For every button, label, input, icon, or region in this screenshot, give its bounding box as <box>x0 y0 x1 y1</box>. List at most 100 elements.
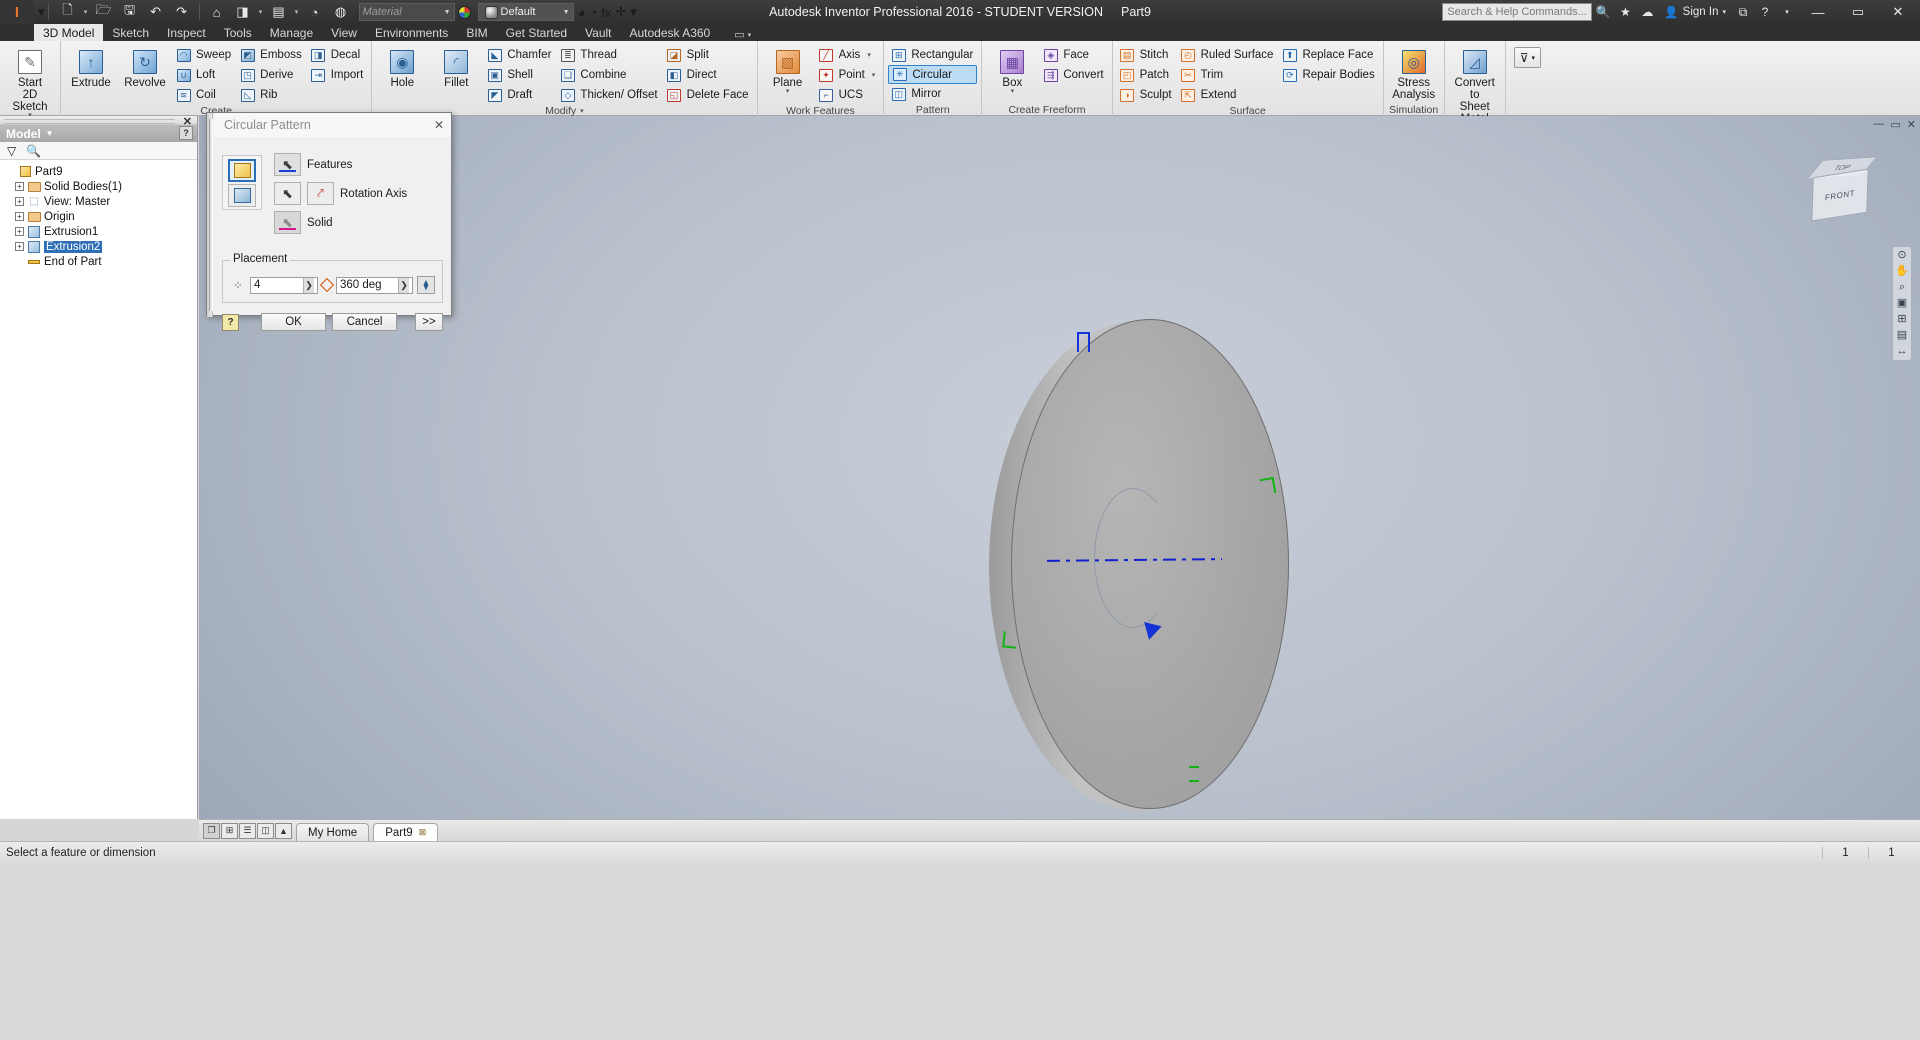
ribbon-tab-view[interactable]: View <box>322 24 366 41</box>
import-button[interactable]: ⇥ Import <box>308 65 368 85</box>
chevron-down-icon[interactable]: ▾ <box>786 88 790 95</box>
split-button[interactable]: ◪ Split <box>664 45 753 65</box>
tree-item-solid-bodies-1-[interactable]: + Solid Bodies(1) <box>6 179 197 194</box>
tree-item-extrusion1[interactable]: + Extrusion1 <box>6 224 197 239</box>
revolve-button[interactable]: ↻ Revolve <box>119 44 171 89</box>
tree-item-part9[interactable]: Part9 <box>6 164 197 179</box>
axis-button[interactable]: ╱ Axis ▾ <box>816 45 880 65</box>
mirror-button[interactable]: ◫ Mirror <box>888 84 977 104</box>
color-wheel-icon[interactable] <box>457 5 471 19</box>
chevron-down-icon[interactable]: ▾ <box>867 51 871 59</box>
browser-grip[interactable]: ✕ <box>0 116 197 128</box>
update-icon[interactable]: ◔ <box>303 2 327 22</box>
chevron-down-icon[interactable]: ▾ <box>872 71 876 79</box>
return-dropdown-caret[interactable]: ▾ <box>293 8 301 16</box>
exchange-apps-icon[interactable]: ⧉ <box>1732 1 1754 23</box>
pattern-solid-toggle[interactable] <box>228 184 256 207</box>
qat-dropdown-caret[interactable]: ▾ <box>34 4 45 20</box>
trim-button[interactable]: ✂ Trim <box>1178 65 1278 85</box>
thread-button[interactable]: ≣ Thread <box>557 45 661 65</box>
rotation-axis-select-button[interactable]: ⬉ <box>274 182 301 205</box>
replace-face-button[interactable]: ⬆ Replace Face <box>1279 45 1378 65</box>
open-icon[interactable]: 🗁 <box>92 2 116 22</box>
extend-button[interactable]: ⇱ Extend <box>1178 85 1278 105</box>
pattern-handle-icon[interactable] <box>1077 332 1090 352</box>
return-icon[interactable]: ▤ <box>267 2 291 22</box>
star-icon[interactable]: ★ <box>1614 1 1636 23</box>
freeform-box-button[interactable]: ▦ Box ▾ <box>986 44 1038 95</box>
ribbon-display-icon[interactable]: ▭ <box>731 28 747 41</box>
ok-button[interactable]: OK <box>261 313 326 331</box>
sweep-button[interactable]: ◠ Sweep <box>173 45 235 65</box>
find-icon[interactable]: 🔍 <box>26 144 41 158</box>
cascade-view-button[interactable]: ❐ <box>203 822 220 839</box>
chevron-down-icon[interactable]: ▾ <box>1011 88 1015 95</box>
expand-dialog-button[interactable]: >> <box>415 313 443 331</box>
tab-part9[interactable]: Part9 ⊠ <box>373 823 439 841</box>
adjust-appearance-icon[interactable]: ◕ <box>574 5 586 20</box>
fx-parameters-icon[interactable]: fx <box>597 5 611 20</box>
appearance-icon[interactable]: ◨ <box>231 2 255 22</box>
chevron-down-icon[interactable]: ▼ <box>444 9 451 16</box>
tab-my-home[interactable]: My Home <box>296 823 370 841</box>
close-icon[interactable]: ⊠ <box>419 827 427 838</box>
chevron-down-icon[interactable]: ▼ <box>46 129 54 138</box>
cloud-icon[interactable]: ☁ <box>1636 1 1658 23</box>
coil-button[interactable]: ≋ Coil <box>173 85 235 105</box>
thicken-offset-button[interactable]: ◇ Thicken/ Offset <box>557 85 661 105</box>
fillet-button[interactable]: ◜ Fillet <box>430 44 482 89</box>
ribbon-tab-environments[interactable]: Environments <box>366 24 457 41</box>
extrude-button[interactable]: ↑ Extrude <box>65 44 117 89</box>
circular-pattern-dialog[interactable]: Circular Pattern ✕ ⬉ Features ⬉ ⤤ Rotati… <box>206 112 452 331</box>
filter-icon[interactable]: ▽ <box>7 144 16 158</box>
emboss-button[interactable]: ◩ Emboss <box>237 45 306 65</box>
freeform-convert-button[interactable]: ⇶ Convert <box>1040 65 1107 85</box>
ribbon-tab-inspect[interactable]: Inspect <box>158 24 215 41</box>
stitch-button[interactable]: ▤ Stitch <box>1117 45 1176 65</box>
tree-item-end-of-part[interactable]: End of Part <box>6 254 197 269</box>
browser-header[interactable]: Model ▼ ? <box>0 125 197 142</box>
model-geometry[interactable] <box>199 116 1920 819</box>
expand-icon[interactable]: + <box>15 212 24 221</box>
inventor-logo[interactable]: I <box>0 0 34 24</box>
expand-icon[interactable]: + <box>15 197 24 206</box>
redo-icon[interactable]: ↷ <box>170 2 194 22</box>
convert-sheet-metal-button[interactable]: ◿Convert to Sheet Metal <box>1449 44 1501 125</box>
rib-button[interactable]: ◺ Rib <box>237 85 306 105</box>
ruled-surface-button[interactable]: ◴ Ruled Surface <box>1178 45 1278 65</box>
home-icon[interactable]: ⌂ <box>205 2 229 22</box>
chamfer-button[interactable]: ◣ Chamfer <box>484 45 555 65</box>
sign-in-button[interactable]: 👤 Sign In ▾ <box>1658 5 1732 19</box>
ribbon-overflow-button[interactable]: ⊽ ▾ <box>1513 47 1541 68</box>
chevron-down-icon[interactable]: ▾ <box>748 31 752 39</box>
sculpt-button[interactable]: ◑ Sculpt <box>1117 85 1176 105</box>
expand-icon[interactable]: + <box>15 227 24 236</box>
features-select-button[interactable]: ⬉ <box>274 153 301 176</box>
qat-more-caret[interactable]: ▾ <box>626 4 637 20</box>
material-selector[interactable]: Material ▼ <box>358 3 455 21</box>
new-dropdown-caret[interactable]: ▾ <box>82 8 90 16</box>
chevron-down-icon[interactable]: ▼ <box>563 9 570 16</box>
dialog-title-bar[interactable]: Circular Pattern ✕ <box>214 113 451 137</box>
browser-help-icon[interactable]: ? <box>179 126 193 140</box>
pattern-count-dropdown-arrow[interactable]: ❯ <box>303 277 314 293</box>
pattern-angle-dropdown-arrow[interactable]: ❯ <box>398 277 409 293</box>
new-icon[interactable]: 🗋 <box>56 2 80 22</box>
start-2d-sketch-button[interactable]: ✎Start 2D Sketch▾ <box>4 44 56 119</box>
loft-button[interactable]: ∪ Loft <box>173 65 235 85</box>
dialog-help-button[interactable]: ? <box>222 313 239 331</box>
solid-select-button[interactable]: ⬉ <box>274 211 301 234</box>
vertical-tile-button[interactable]: ◫ <box>257 822 274 839</box>
chevron-down-icon[interactable]: ▾ <box>1722 8 1726 16</box>
horizontal-tile-button[interactable]: ☰ <box>239 822 256 839</box>
ribbon-tab-autodesk-a360[interactable]: Autodesk A360 <box>621 24 720 41</box>
ribbon-tab-sketch[interactable]: Sketch <box>103 24 158 41</box>
expand-icon[interactable]: + <box>15 182 24 191</box>
plane-button[interactable]: ▧ Plane ▾ <box>762 44 814 95</box>
midplane-button[interactable]: ⧫ <box>417 276 435 294</box>
ribbon-tab-manage[interactable]: Manage <box>261 24 322 41</box>
appearance-dropdown-caret[interactable]: ▾ <box>257 8 265 16</box>
tree-item-origin[interactable]: + Origin <box>6 209 197 224</box>
expand-icon[interactable]: + <box>15 242 24 251</box>
dialog-drag-grip[interactable] <box>207 113 213 317</box>
